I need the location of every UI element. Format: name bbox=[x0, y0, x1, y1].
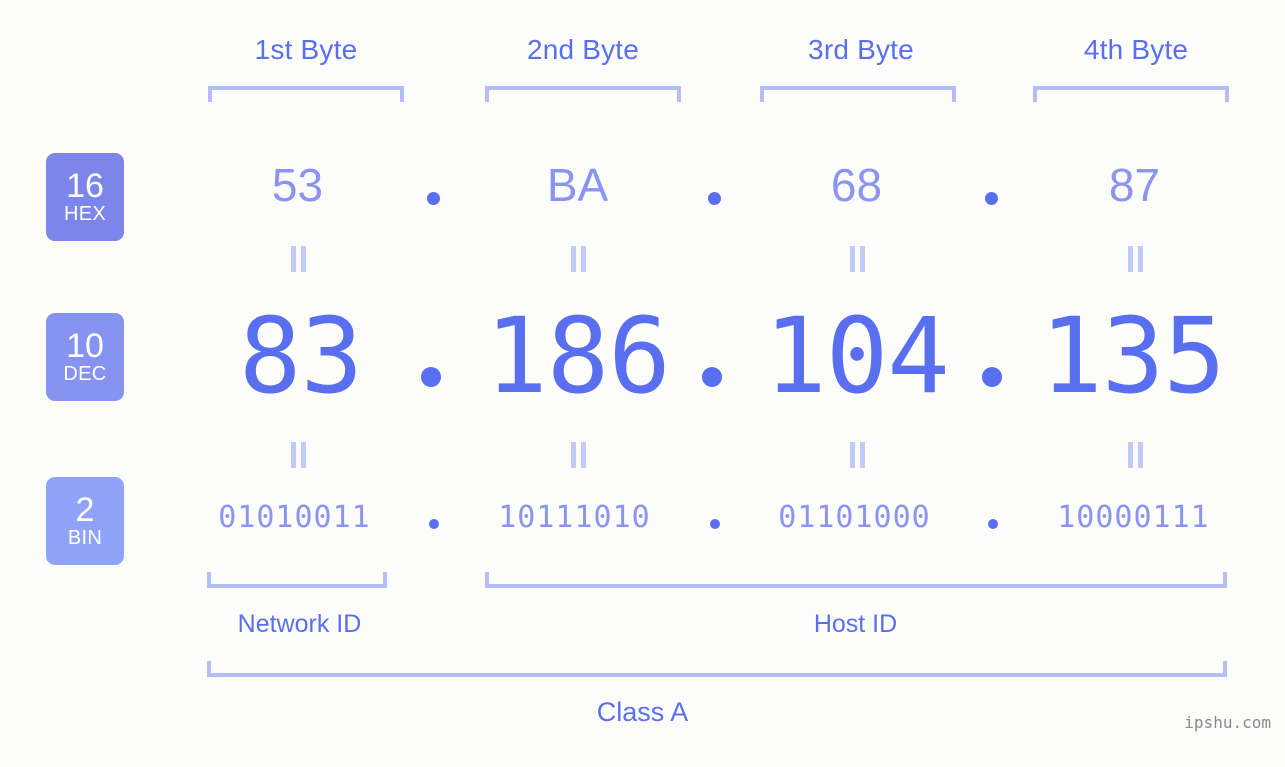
equals-mark-dec-bin-1 bbox=[290, 442, 308, 468]
bin-separator-dot-3 bbox=[988, 519, 998, 529]
bin-octet-4: 10000111 bbox=[1057, 500, 1210, 535]
radix-badge-hex-number: 16 bbox=[66, 166, 104, 205]
hex-octet-2: BA bbox=[546, 159, 609, 211]
dec-separator-dot-2 bbox=[702, 367, 722, 387]
radix-badge-hex-base: HEX bbox=[63, 202, 107, 225]
network-id-bracket bbox=[207, 572, 387, 588]
byte-header-1: 1st Byte bbox=[254, 34, 358, 65]
byte-bracket-3 bbox=[760, 86, 956, 102]
bin-separator-dot-1 bbox=[429, 519, 439, 529]
radix-badge-dec-number: 10 bbox=[66, 326, 104, 365]
equals-mark-hex-dec-2 bbox=[570, 246, 588, 272]
equals-mark-dec-bin-2 bbox=[570, 442, 588, 468]
dec-octet-2: 186 bbox=[485, 295, 671, 417]
byte-bracket-2 bbox=[485, 86, 681, 102]
byte-bracket-4 bbox=[1033, 86, 1229, 102]
ip-address-breakdown-diagram: 1st Byte 2nd Byte 3rd Byte 4th Byte 16 H… bbox=[0, 0, 1285, 767]
hex-separator-dot-3 bbox=[985, 192, 998, 205]
equals-mark-hex-dec-3 bbox=[849, 246, 867, 272]
equals-mark-dec-bin-3 bbox=[849, 442, 867, 468]
site-watermark: ipshu.com bbox=[1184, 713, 1271, 732]
byte-header-2: 2nd Byte bbox=[526, 34, 640, 65]
radix-badge-dec: 10 DEC bbox=[46, 313, 124, 401]
bin-octet-2: 10111010 bbox=[498, 500, 651, 535]
equals-mark-dec-bin-4 bbox=[1127, 442, 1145, 468]
hex-octet-4: 87 bbox=[1108, 159, 1161, 211]
dec-octet-4: 135 bbox=[1040, 295, 1226, 417]
dec-octet-3: 104 bbox=[764, 295, 950, 417]
network-id-label: Network ID bbox=[237, 610, 362, 638]
radix-badge-bin-base: BIN bbox=[67, 526, 103, 549]
hex-octet-1: 53 bbox=[271, 159, 324, 211]
radix-badge-bin: 2 BIN bbox=[46, 477, 124, 565]
host-id-bracket bbox=[485, 572, 1227, 588]
byte-header-3: 3rd Byte bbox=[808, 34, 914, 65]
equals-mark-hex-dec-1 bbox=[290, 246, 308, 272]
equals-mark-hex-dec-4 bbox=[1127, 246, 1145, 272]
byte-header-4: 4th Byte bbox=[1083, 34, 1189, 65]
dec-separator-dot-3 bbox=[982, 367, 1002, 387]
dec-octet-1: 83 bbox=[238, 295, 363, 417]
hex-separator-dot-2 bbox=[708, 192, 721, 205]
host-id-label: Host ID bbox=[813, 610, 898, 638]
byte-bracket-1 bbox=[208, 86, 404, 102]
hex-separator-dot-1 bbox=[427, 192, 440, 205]
bin-octet-1: 01010011 bbox=[218, 500, 371, 535]
class-bracket bbox=[207, 661, 1227, 677]
bin-octet-3: 01101000 bbox=[778, 500, 931, 535]
bin-separator-dot-2 bbox=[710, 519, 720, 529]
radix-badge-dec-base: DEC bbox=[63, 362, 107, 385]
class-label: Class A bbox=[596, 697, 689, 727]
hex-octet-3: 68 bbox=[830, 159, 883, 211]
dec-separator-dot-1 bbox=[421, 367, 441, 387]
radix-badge-bin-number: 2 bbox=[75, 490, 95, 529]
radix-badge-hex: 16 HEX bbox=[46, 153, 124, 241]
